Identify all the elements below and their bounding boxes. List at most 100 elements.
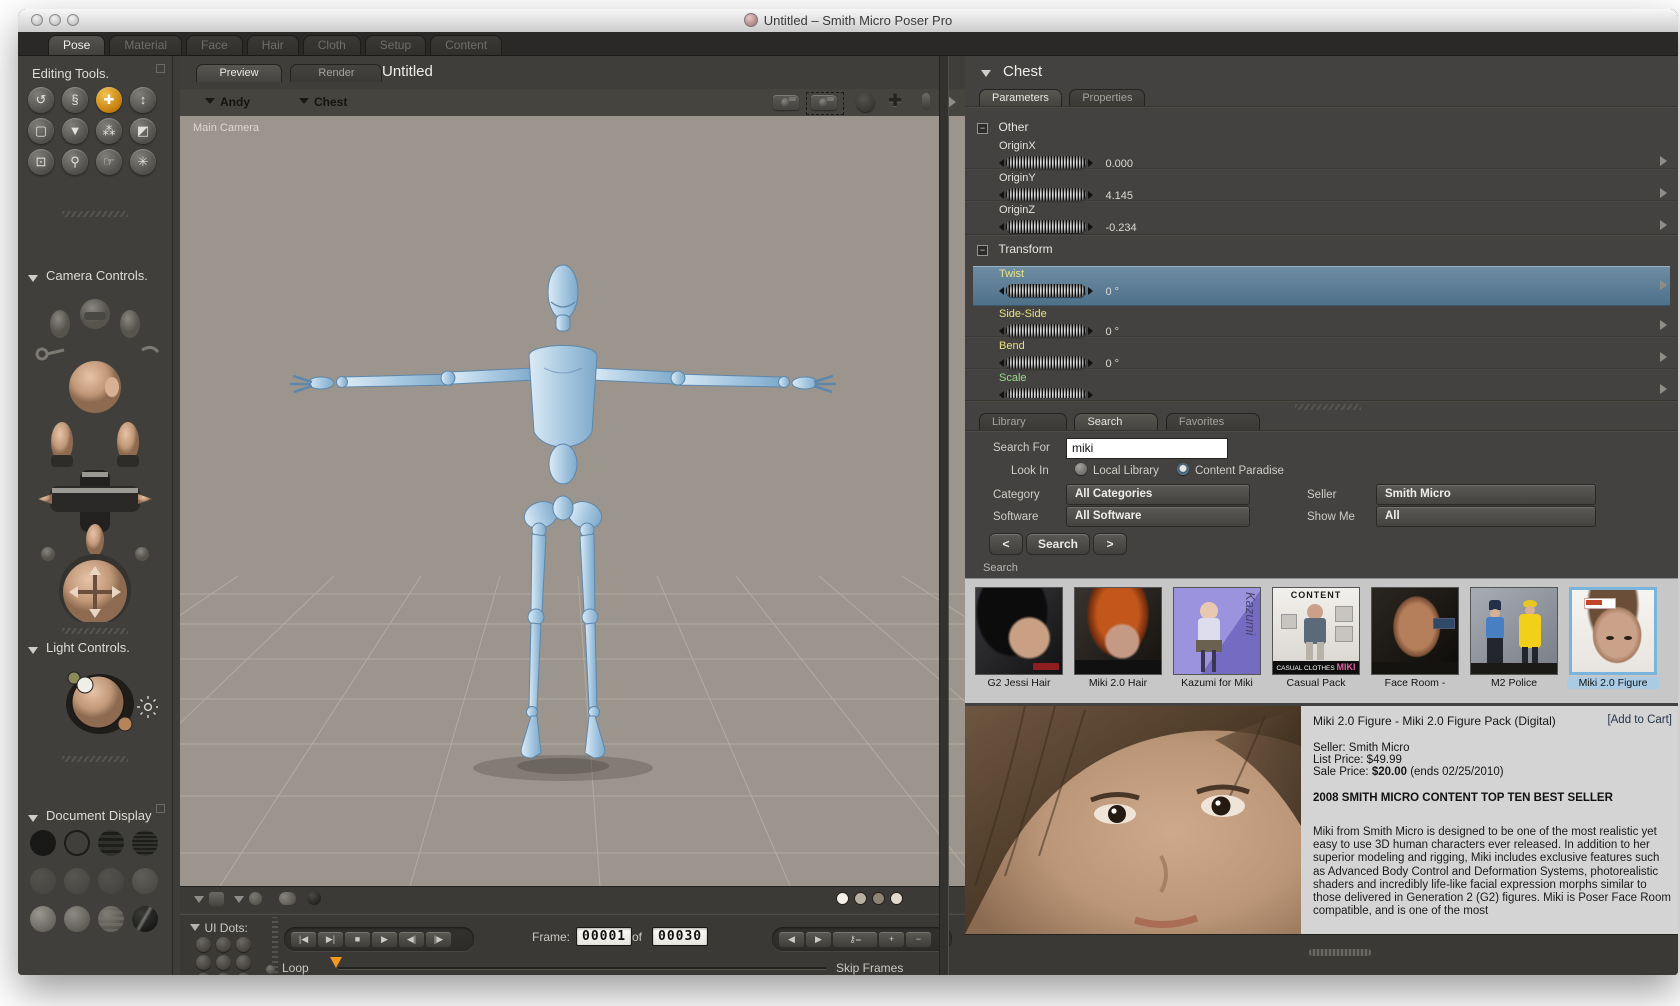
twist-tool-button[interactable]: § xyxy=(62,87,88,113)
tab-pose[interactable]: Pose xyxy=(48,35,106,55)
add-keyframe-button[interactable]: ⚷═ xyxy=(833,932,877,947)
figure-select-menu[interactable]: Andy xyxy=(205,95,250,109)
prev-key-button[interactable]: ◀ xyxy=(779,932,804,947)
param-menu-arrow[interactable] xyxy=(1660,352,1667,362)
display-style-textured-button[interactable] xyxy=(132,906,158,932)
seller-dropdown[interactable]: Smith Micro xyxy=(1376,484,1596,505)
tab-preview[interactable]: Preview xyxy=(196,64,282,82)
tab-properties[interactable]: Properties xyxy=(1069,89,1146,107)
document-display-detach-handle[interactable] xyxy=(156,804,165,813)
main-splitter[interactable] xyxy=(939,56,949,975)
loop-indicator[interactable] xyxy=(266,965,275,974)
local-library-radio[interactable] xyxy=(1075,463,1087,475)
tracking-mode-button[interactable] xyxy=(209,892,224,906)
next-key-button[interactable]: ▶ xyxy=(806,932,831,947)
doc-color-light-button[interactable] xyxy=(854,892,867,905)
prev-results-button[interactable]: < xyxy=(989,533,1023,555)
stop-button[interactable]: ■ xyxy=(345,932,370,947)
param-menu-arrow[interactable] xyxy=(1660,156,1667,166)
result-thumb-casual-pack[interactable]: CONTENT CASUAL CLOTHES MIKI Casual Pack xyxy=(1270,587,1362,689)
display-style-flatshaded-button[interactable] xyxy=(64,868,90,894)
param-menu-arrow[interactable] xyxy=(1660,188,1667,198)
param-dial[interactable] xyxy=(1006,220,1086,234)
move-cross-icon[interactable]: ✚ xyxy=(888,91,902,111)
tab-favorites[interactable]: Favorites xyxy=(1165,413,1260,431)
display-style-menu-arrow[interactable] xyxy=(234,896,244,903)
doc-color-white-button[interactable] xyxy=(836,892,849,905)
tracking-ball-icon[interactable] xyxy=(249,892,262,905)
rotate-tool-button[interactable]: ↺ xyxy=(28,87,54,113)
display-style-hiddenline-button[interactable] xyxy=(132,830,158,856)
multi-ball-icon[interactable] xyxy=(279,892,296,905)
search-button[interactable]: Search xyxy=(1026,533,1090,555)
group-other[interactable]: − Other xyxy=(977,118,1028,136)
editing-tools-detach-handle[interactable] xyxy=(156,64,165,73)
tab-render[interactable]: Render xyxy=(290,64,383,82)
content-paradise-radio[interactable] xyxy=(1177,463,1189,475)
software-dropdown[interactable]: All Software xyxy=(1066,506,1250,527)
section-resize-handle[interactable] xyxy=(62,756,128,762)
param-dial[interactable] xyxy=(1006,388,1086,398)
tab-cloth[interactable]: Cloth xyxy=(302,35,361,55)
actor-params-collapse[interactable] xyxy=(981,65,991,83)
result-thumb-kazumi[interactable]: Kazumi Kazumi for Miki xyxy=(1171,587,1263,689)
display-style-texshaded-button[interactable] xyxy=(98,906,124,932)
display-style-outline-button[interactable] xyxy=(64,830,90,856)
add-to-cart-link[interactable]: [Add to Cart] xyxy=(1607,714,1672,726)
camera-2-icon[interactable] xyxy=(811,95,837,110)
light-controls-cluster[interactable] xyxy=(48,662,158,742)
camera-controls-cluster[interactable] xyxy=(30,292,160,622)
plus-key-button[interactable]: + xyxy=(879,932,904,947)
scale-tool-button[interactable]: ▢ xyxy=(28,118,54,144)
last-frame-button[interactable]: ▶| xyxy=(318,932,343,947)
display-style-smoothlined-button[interactable] xyxy=(64,906,90,932)
tab-face[interactable]: Face xyxy=(186,35,243,55)
tab-setup[interactable]: Setup xyxy=(364,35,427,55)
minus-key-button[interactable]: − xyxy=(906,932,931,947)
section-resize-handle[interactable] xyxy=(62,211,128,217)
search-input[interactable]: miki xyxy=(1066,438,1228,459)
param-dial[interactable] xyxy=(1006,284,1086,298)
display-style-cartoon-button[interactable] xyxy=(132,868,158,894)
translate-pull-tool-button[interactable]: ✚ xyxy=(96,87,122,113)
result-thumb-miki2-hair[interactable]: Miki 2.0 Hair xyxy=(1072,587,1164,689)
category-dropdown[interactable]: All Categories xyxy=(1066,484,1250,505)
view-magnifier-tool-button[interactable]: ⚲ xyxy=(62,149,88,175)
group-transform[interactable]: − Transform xyxy=(977,240,1053,258)
tab-parameters[interactable]: Parameters xyxy=(979,89,1062,107)
tab-content[interactable]: Content xyxy=(430,35,503,55)
trackball-mini-icon[interactable] xyxy=(856,93,875,112)
morphing-tool-button[interactable]: ☞ xyxy=(96,149,122,175)
param-menu-arrow[interactable] xyxy=(1660,320,1667,330)
tab-material[interactable]: Material xyxy=(109,35,183,55)
display-style-flatlined-button[interactable] xyxy=(98,868,124,894)
tab-hair[interactable]: Hair xyxy=(246,35,299,55)
taper-tool-button[interactable]: ▼ xyxy=(62,118,88,144)
camera-controls-collapse[interactable] xyxy=(28,270,38,288)
result-thumb-miki2-figure[interactable]: Miki 2.0 Figure xyxy=(1567,587,1659,689)
chain-break-tool-button[interactable]: ⁂ xyxy=(96,118,122,144)
param-menu-arrow[interactable] xyxy=(1660,220,1667,230)
viewport-3d[interactable]: Main Camera xyxy=(180,116,965,886)
ui-dots-collapse[interactable]: UI Dots: xyxy=(190,919,248,937)
shadow-ball-icon[interactable] xyxy=(307,891,321,905)
current-frame-field[interactable]: 00001 xyxy=(576,927,633,946)
param-menu-arrow[interactable] xyxy=(1660,280,1667,290)
translate-inout-tool-button[interactable]: ↕ xyxy=(130,87,156,113)
lightbulb-icon[interactable] xyxy=(922,93,930,110)
result-thumb-m2-police[interactable]: M2 Police xyxy=(1468,587,1560,689)
display-style-litwire-button[interactable] xyxy=(30,868,56,894)
light-controls-collapse[interactable] xyxy=(28,642,38,660)
result-thumb-face-room[interactable]: Face Room - xyxy=(1369,587,1461,689)
document-display-collapse[interactable] xyxy=(28,810,38,828)
tab-search[interactable]: Search xyxy=(1074,413,1159,431)
show-me-dropdown[interactable]: All xyxy=(1376,506,1596,527)
section-resize-handle[interactable] xyxy=(62,628,128,634)
step-forward-button[interactable]: |▶ xyxy=(426,932,451,947)
direct-manipulation-tool-button[interactable]: ✳ xyxy=(130,149,156,175)
depth-cue-menu-arrow[interactable] xyxy=(194,896,204,903)
next-results-button[interactable]: > xyxy=(1093,533,1127,555)
display-style-smoothshaded-button[interactable] xyxy=(30,906,56,932)
step-back-button[interactable]: ◀| xyxy=(399,932,424,947)
doc-color-cream-button[interactable] xyxy=(890,892,903,905)
